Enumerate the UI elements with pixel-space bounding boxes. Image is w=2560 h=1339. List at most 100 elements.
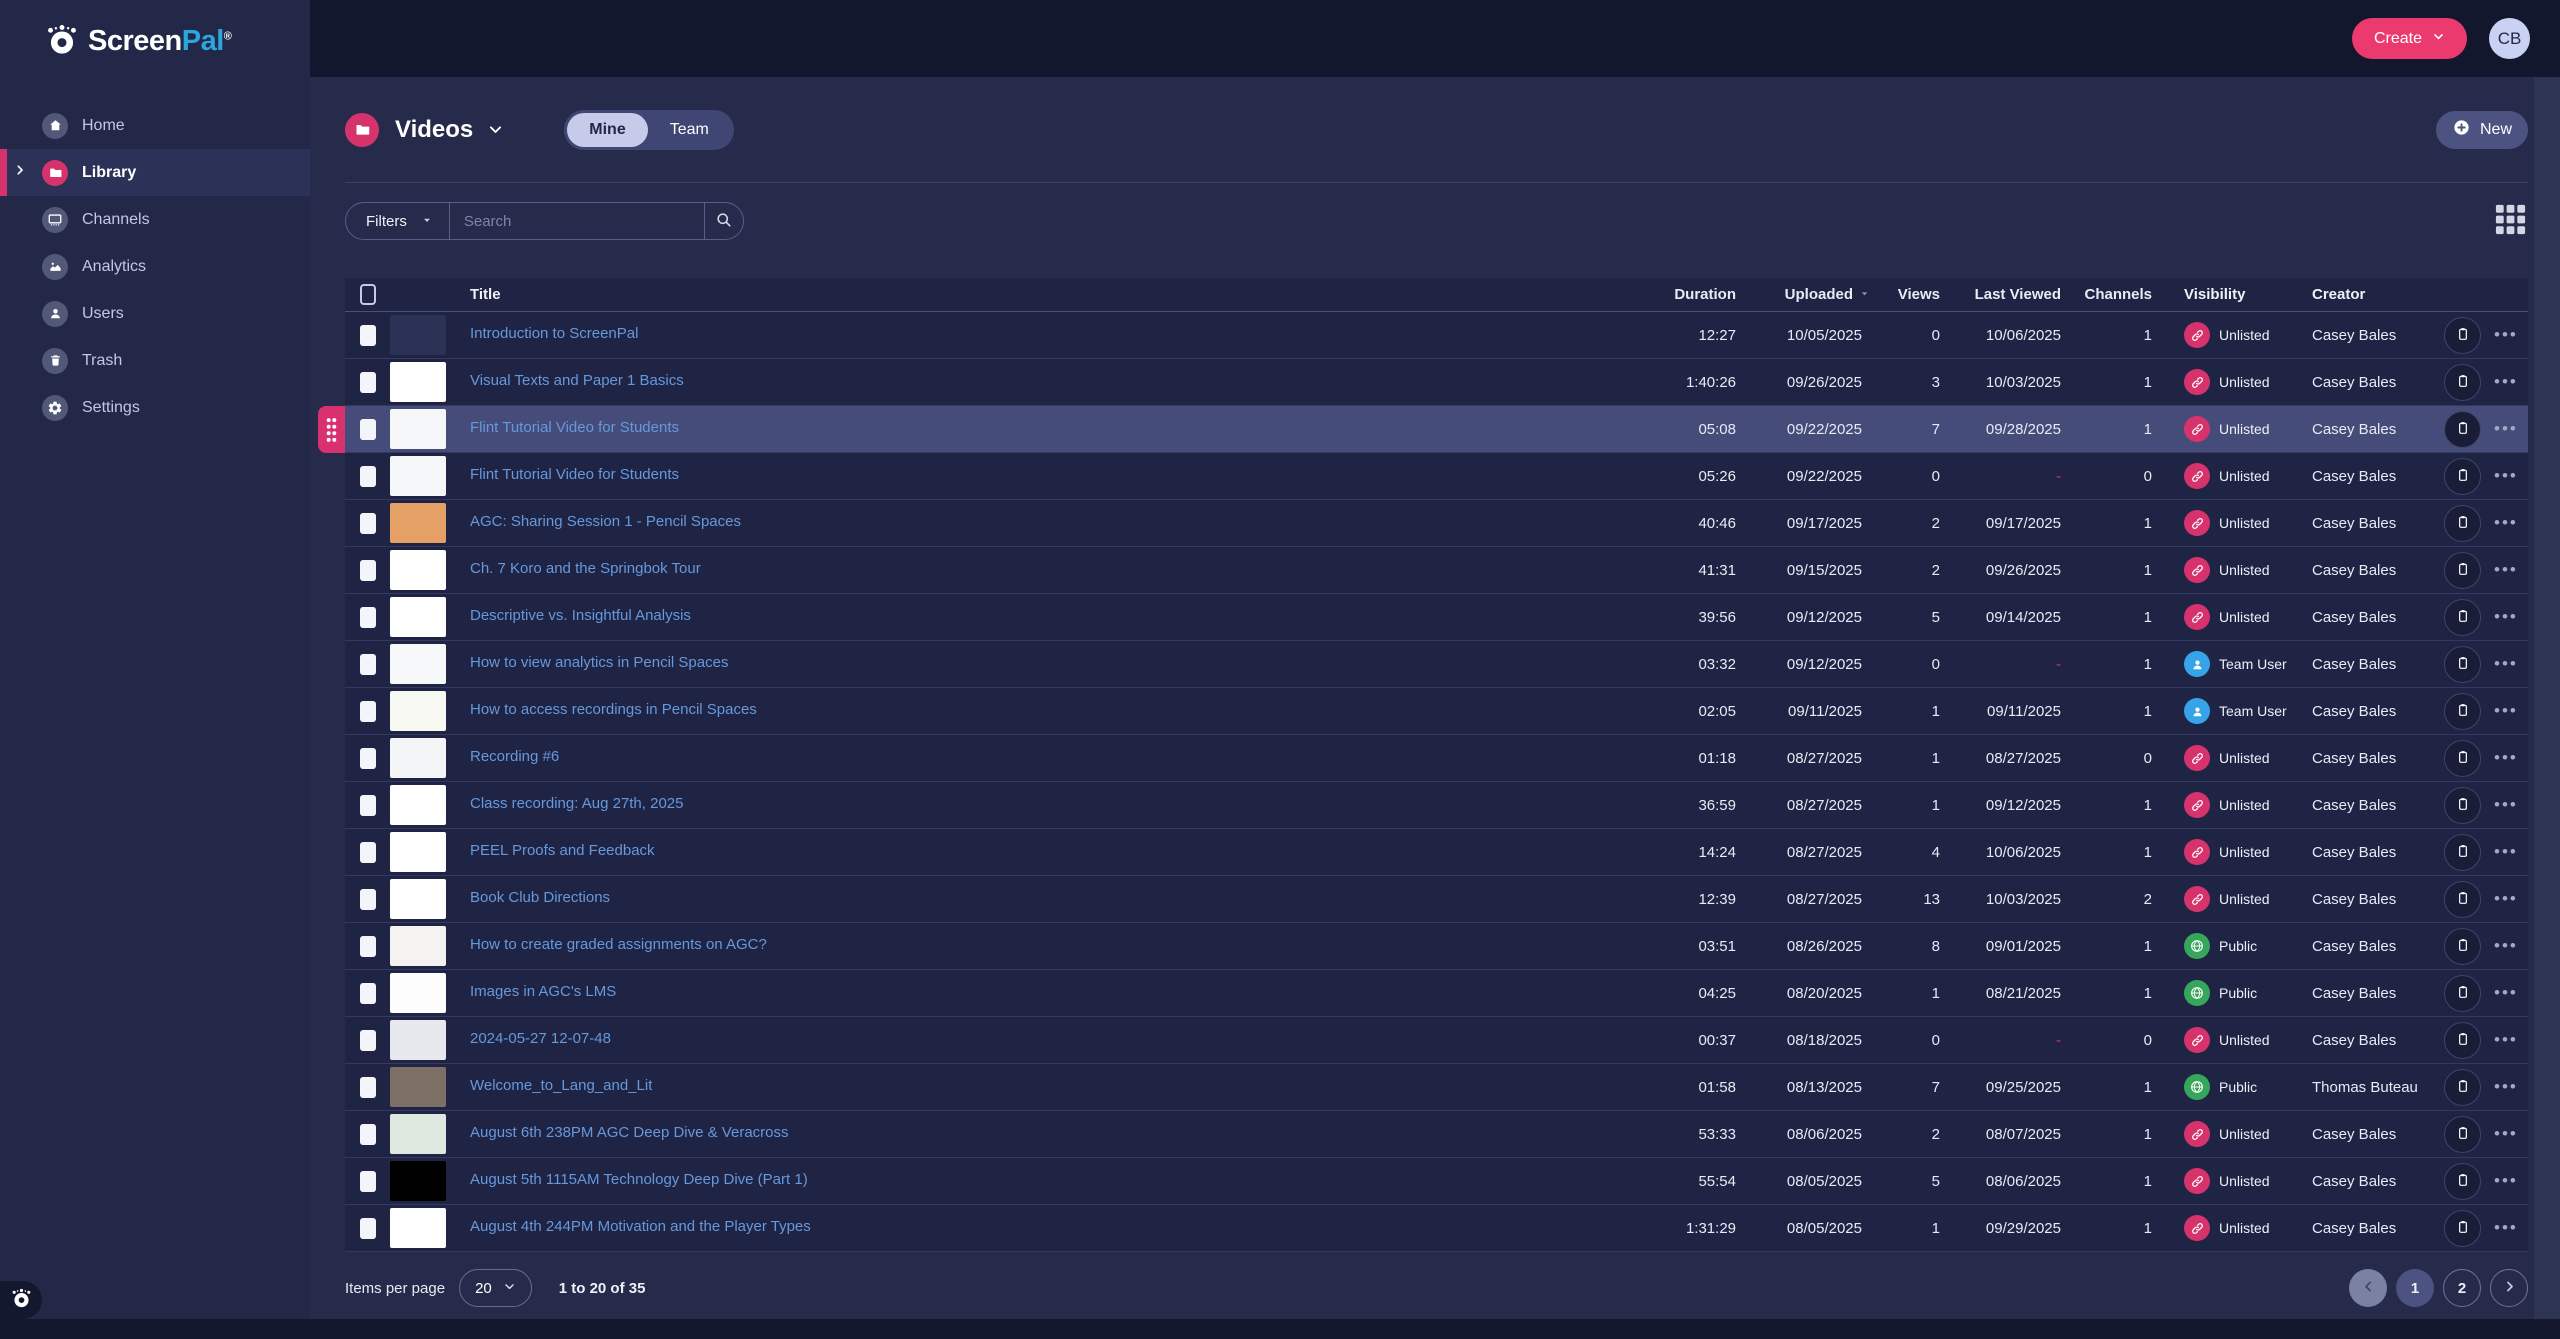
next-page-button[interactable]	[2490, 1269, 2528, 1307]
copy-link-button[interactable]	[2444, 693, 2481, 730]
table-row[interactable]: How to access recordings in Pencil Space…	[345, 688, 2528, 735]
more-menu-button[interactable]: •••	[2494, 654, 2518, 674]
video-thumbnail[interactable]	[390, 738, 446, 778]
video-title-link[interactable]: Images in AGC's LMS	[470, 983, 616, 1000]
more-menu-button[interactable]: •••	[2494, 560, 2518, 580]
more-menu-button[interactable]: •••	[2494, 419, 2518, 439]
sidebar-item-home[interactable]: Home	[0, 102, 310, 149]
more-menu-button[interactable]: •••	[2494, 325, 2518, 345]
copy-link-button[interactable]	[2444, 364, 2481, 401]
tab-team[interactable]: Team	[648, 113, 731, 147]
column-header-creator[interactable]: Creator	[2300, 286, 2440, 303]
column-header-last-viewed[interactable]: Last Viewed	[1940, 286, 2065, 303]
video-title-link[interactable]: Recording #6	[470, 748, 559, 765]
video-thumbnail[interactable]	[390, 832, 446, 872]
video-title-link[interactable]: Visual Texts and Paper 1 Basics	[470, 372, 684, 389]
row-checkbox[interactable]	[360, 466, 376, 487]
more-menu-button[interactable]: •••	[2494, 936, 2518, 956]
video-thumbnail[interactable]	[390, 973, 446, 1013]
column-header-visibility[interactable]: Visibility	[2160, 286, 2300, 303]
video-title-link[interactable]: Flint Tutorial Video for Students	[470, 419, 679, 436]
row-checkbox[interactable]	[360, 795, 376, 816]
row-checkbox[interactable]	[360, 325, 376, 346]
row-checkbox[interactable]	[360, 607, 376, 628]
row-checkbox[interactable]	[360, 748, 376, 769]
table-row[interactable]: Flint Tutorial Video for Students 05:26 …	[345, 453, 2528, 500]
video-thumbnail[interactable]	[390, 785, 446, 825]
table-row[interactable]: How to create graded assignments on AGC?…	[345, 923, 2528, 970]
table-row[interactable]: How to view analytics in Pencil Spaces 0…	[345, 641, 2528, 688]
more-menu-button[interactable]: •••	[2494, 842, 2518, 862]
copy-link-button[interactable]	[2444, 552, 2481, 589]
copy-link-button[interactable]	[2444, 646, 2481, 683]
video-title-link[interactable]: How to view analytics in Pencil Spaces	[470, 654, 728, 671]
more-menu-button[interactable]: •••	[2494, 1077, 2518, 1097]
column-header-uploaded[interactable]: Uploaded	[1740, 286, 1870, 303]
select-all-checkbox[interactable]	[360, 284, 376, 305]
more-menu-button[interactable]: •••	[2494, 466, 2518, 486]
copy-link-button[interactable]	[2444, 599, 2481, 636]
row-checkbox[interactable]	[360, 1171, 376, 1192]
video-thumbnail[interactable]	[390, 362, 446, 402]
sidebar-item-library[interactable]: Library	[0, 149, 310, 196]
more-menu-button[interactable]: •••	[2494, 701, 2518, 721]
items-per-page-select[interactable]: 20	[459, 1269, 532, 1307]
video-thumbnail[interactable]	[390, 644, 446, 684]
table-row[interactable]: PEEL Proofs and Feedback 14:24 08/27/202…	[345, 829, 2528, 876]
video-thumbnail[interactable]	[390, 456, 446, 496]
grid-view-button[interactable]	[2493, 202, 2528, 240]
video-thumbnail[interactable]	[390, 1208, 446, 1248]
user-avatar[interactable]: CB	[2489, 18, 2530, 59]
more-menu-button[interactable]: •••	[2494, 1124, 2518, 1144]
more-menu-button[interactable]: •••	[2494, 1171, 2518, 1191]
table-row[interactable]: Flint Tutorial Video for Students 05:08 …	[345, 406, 2528, 453]
copy-link-button[interactable]	[2444, 928, 2481, 965]
table-row[interactable]: 2024-05-27 12-07-48 00:37 08/18/2025 0 -…	[345, 1017, 2528, 1064]
table-row[interactable]: Ch. 7 Koro and the Springbok Tour 41:31 …	[345, 547, 2528, 594]
more-menu-button[interactable]: •••	[2494, 513, 2518, 533]
video-title-link[interactable]: Descriptive vs. Insightful Analysis	[470, 607, 691, 624]
copy-link-button[interactable]	[2444, 1163, 2481, 1200]
content-type-dropdown[interactable]	[487, 121, 504, 138]
video-thumbnail[interactable]	[390, 1114, 446, 1154]
more-menu-button[interactable]: •••	[2494, 372, 2518, 392]
sidebar-item-users[interactable]: Users	[0, 290, 310, 337]
video-title-link[interactable]: August 6th 238PM AGC Deep Dive & Veracro…	[470, 1124, 789, 1141]
search-input[interactable]	[450, 202, 704, 240]
video-thumbnail[interactable]	[390, 1067, 446, 1107]
sidebar-item-channels[interactable]: Channels	[0, 196, 310, 243]
video-title-link[interactable]: Class recording: Aug 27th, 2025	[470, 795, 683, 812]
video-title-link[interactable]: August 5th 1115AM Technology Deep Dive (…	[470, 1171, 808, 1188]
video-title-link[interactable]: Introduction to ScreenPal	[470, 325, 638, 342]
previous-page-button[interactable]	[2349, 1269, 2387, 1307]
video-thumbnail[interactable]	[390, 879, 446, 919]
scrollbar[interactable]	[2534, 77, 2560, 1319]
screenpal-logo[interactable]: ScreenPal®	[0, 0, 310, 60]
table-row[interactable]: Introduction to ScreenPal 12:27 10/05/20…	[345, 312, 2528, 359]
page-button-2[interactable]: 2	[2443, 1269, 2481, 1307]
more-menu-button[interactable]: •••	[2494, 1218, 2518, 1238]
copy-link-button[interactable]	[2444, 881, 2481, 918]
row-checkbox[interactable]	[360, 654, 376, 675]
column-header-channels[interactable]: Channels	[2065, 286, 2160, 303]
more-menu-button[interactable]: •••	[2494, 889, 2518, 909]
copy-link-button[interactable]	[2444, 1022, 2481, 1059]
column-header-duration[interactable]: Duration	[1625, 286, 1740, 303]
search-button[interactable]	[704, 202, 744, 240]
table-row[interactable]: Visual Texts and Paper 1 Basics 1:40:26 …	[345, 359, 2528, 406]
video-thumbnail[interactable]	[390, 1020, 446, 1060]
column-header-title[interactable]: Title	[470, 286, 1625, 303]
page-button-1[interactable]: 1	[2396, 1269, 2434, 1307]
table-row[interactable]: Class recording: Aug 27th, 2025 36:59 08…	[345, 782, 2528, 829]
filters-dropdown[interactable]: Filters	[345, 202, 450, 240]
more-menu-button[interactable]: •••	[2494, 1030, 2518, 1050]
video-thumbnail[interactable]	[390, 315, 446, 355]
row-checkbox[interactable]	[360, 936, 376, 957]
video-thumbnail[interactable]	[390, 550, 446, 590]
row-checkbox[interactable]	[360, 1077, 376, 1098]
row-checkbox[interactable]	[360, 1124, 376, 1145]
sidebar-item-analytics[interactable]: Analytics	[0, 243, 310, 290]
new-button[interactable]: New	[2436, 111, 2528, 149]
sidebar-item-settings[interactable]: Settings	[0, 384, 310, 431]
video-title-link[interactable]: Flint Tutorial Video for Students	[470, 466, 679, 483]
